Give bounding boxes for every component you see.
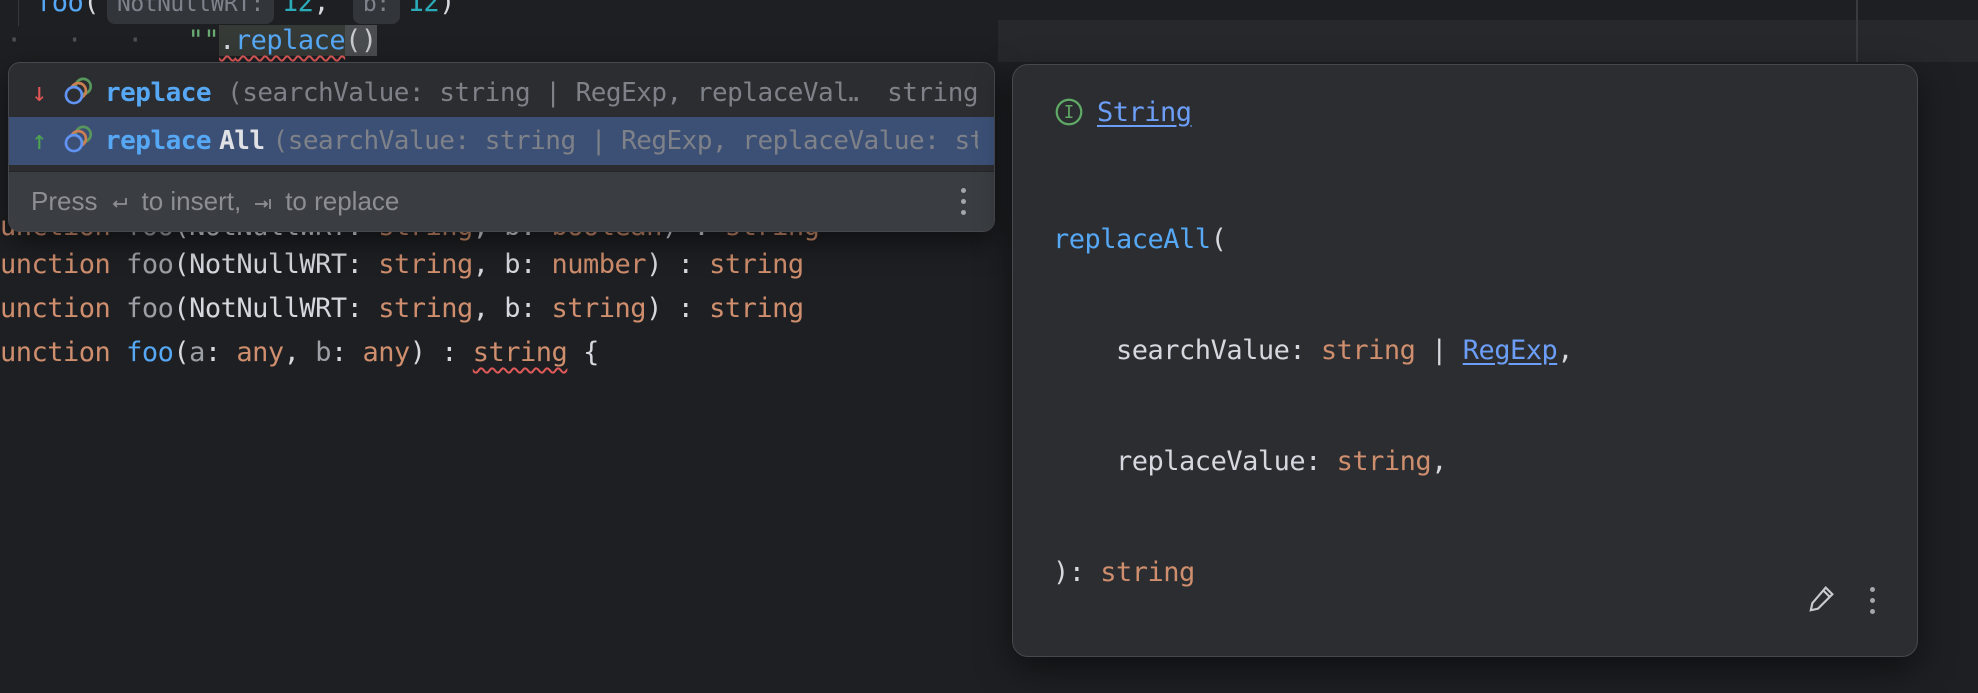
code-line-overload-1[interactable]: unction foo(NotNullWRT: string, b: numbe… bbox=[0, 246, 804, 284]
editor-top-band bbox=[998, 20, 1978, 62]
down-arrow-icon: ↓ bbox=[25, 78, 53, 108]
signature-line: ): string bbox=[1053, 554, 1899, 591]
signature-line: searchValue: string | RegExp, bbox=[1053, 332, 1899, 369]
completion-name: replace bbox=[105, 126, 211, 156]
doc-header: I String bbox=[1053, 95, 1899, 129]
completion-item-replaceall-selected[interactable]: ↑ replaceAll (searchValue: string | RegE… bbox=[9, 117, 994, 165]
code-line-overload-2[interactable]: unction foo(NotNullWRT: string, b: strin… bbox=[0, 290, 804, 328]
svg-text:I: I bbox=[1064, 103, 1074, 123]
method-icon bbox=[61, 123, 97, 159]
documentation-popup: I String replaceAll( searchValue: string… bbox=[1012, 64, 1918, 657]
signature-line: replaceAll( bbox=[1053, 221, 1899, 258]
code-line-call-foo[interactable]: foo(NotNullWRT:12, b:12) bbox=[36, 0, 455, 24]
autocomplete-popup: ↓ replace (searchValue: string | RegExp,… bbox=[8, 62, 995, 232]
ide-editor-screen: foo(NotNullWRT:12, b:12) · · · "".replac… bbox=[0, 0, 1978, 693]
more-options-icon[interactable] bbox=[955, 182, 972, 221]
hint-text-pre: Press bbox=[31, 186, 97, 217]
signature-line: replaceValue: string, bbox=[1053, 443, 1899, 480]
hint-text-replace: to replace bbox=[285, 186, 399, 217]
autocomplete-list: ↓ replace (searchValue: string | RegExp,… bbox=[9, 63, 994, 165]
editor-vertical-separator bbox=[1856, 0, 1858, 62]
code-line-replace-call[interactable]: · · · "".replace() bbox=[6, 22, 377, 60]
doc-signature: replaceAll( searchValue: string | RegExp… bbox=[1053, 147, 1899, 657]
completion-signature: (searchValue: string | RegExp, replaceVa… bbox=[273, 126, 978, 156]
enter-key-icon bbox=[107, 192, 131, 216]
more-options-icon[interactable] bbox=[1864, 581, 1881, 620]
doc-action-buttons bbox=[1806, 581, 1881, 620]
completion-hint-bar: Press to insert, to replace bbox=[9, 171, 994, 231]
tab-key-icon bbox=[251, 192, 275, 216]
method-icon bbox=[61, 75, 97, 111]
code-line-overload-3[interactable]: unction foo(a: any, b: any) : string { bbox=[0, 334, 599, 372]
completion-name: replace bbox=[105, 78, 211, 108]
doc-type-link-string[interactable]: String bbox=[1097, 97, 1192, 128]
completion-return-type: string bbox=[867, 78, 978, 108]
up-arrow-icon: ↑ bbox=[25, 126, 53, 156]
edit-pencil-icon[interactable] bbox=[1806, 582, 1838, 619]
completion-item-replace[interactable]: ↓ replace (searchValue: string | RegExp,… bbox=[9, 69, 994, 117]
hint-text-insert: to insert, bbox=[141, 186, 241, 217]
completion-signature: (searchValue: string | RegExp, replaceVa… bbox=[227, 78, 859, 108]
interface-icon: I bbox=[1053, 96, 1085, 128]
